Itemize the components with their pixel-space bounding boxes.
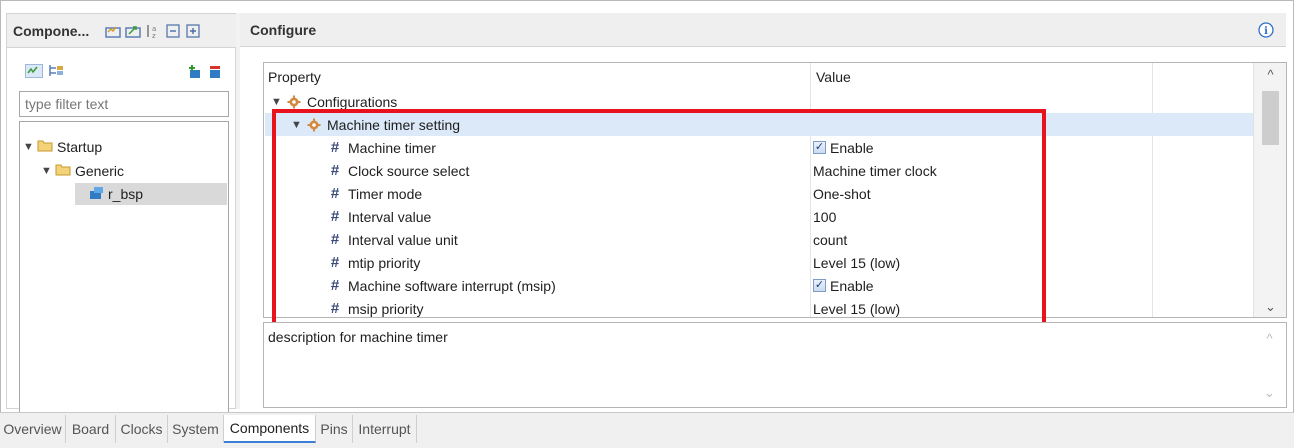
tab-clocks[interactable]: Clocks [116,415,168,443]
components-panel-header: Compone... az [7,14,237,48]
tree-node-r-bsp[interactable]: r_bsp [75,183,227,205]
scrollbar-thumb[interactable] [1262,91,1279,145]
chevron-down-icon[interactable]: ▼ [41,165,53,177]
chevron-down-icon[interactable]: ▼ [23,141,35,153]
highlight-box [272,109,1046,326]
scroll-up-icon[interactable]: ^ [1253,331,1286,346]
configure-header: Configure i [240,13,1286,47]
tree-node-label: Startup [57,139,103,155]
export-icon[interactable] [125,23,141,39]
tab-board[interactable]: Board [66,415,116,443]
svg-text:z: z [152,32,156,39]
tree-node-label: Generic [75,163,125,179]
tab-interrupt[interactable]: Interrupt [353,415,417,443]
component-tree: ▼ Startup ▼ Generic r_bsp [19,121,229,413]
remove-component-icon[interactable] [207,64,223,83]
collapse-all-icon[interactable] [165,23,181,39]
tree-node-generic[interactable]: ▼ Generic [41,160,124,182]
components-panel: Compone... az type filter text ▼ Startup… [6,13,237,413]
property-table-scrollbar[interactable]: ^ ⌄ [1253,63,1286,317]
tab-pins[interactable]: Pins [316,415,353,443]
value-column-header[interactable]: Value [816,63,1156,91]
svg-text:i: i [1264,26,1268,37]
component-icon [88,186,104,203]
hierarchy-view-icon[interactable] [47,64,65,81]
tab-system[interactable]: System [168,415,224,443]
collapse-view-icon[interactable] [105,23,121,39]
chevron-down-icon[interactable]: ▼ [271,96,283,108]
property-column-header[interactable]: Property [264,63,812,91]
scroll-up-icon[interactable]: ^ [1254,67,1287,82]
sort-icon[interactable]: az [145,23,161,39]
gear-icon [287,95,301,109]
component-filter-input[interactable] [19,91,229,117]
panel-splitter[interactable] [236,13,240,409]
components-panel-title: Compone... [13,22,90,39]
components-toolbar [7,50,235,96]
add-component-icon[interactable] [187,64,203,83]
description-scrollbar[interactable]: ^ ⌄ [1253,323,1286,407]
chevron-down-icon[interactable]: ⌄ [1254,299,1287,315]
tree-node-label: r_bsp [108,186,144,202]
folder-icon [55,163,71,179]
description-text: description for machine timer [268,329,448,345]
folder-icon [37,139,53,155]
property-label: Configurations [307,93,398,110]
description-panel: description for machine timer ^ ⌄ [263,322,1287,408]
configure-title: Configure [250,21,317,38]
info-icon[interactable]: i [1258,22,1274,41]
tab-components[interactable]: Components [224,415,316,443]
expand-all-icon[interactable] [185,23,201,39]
editor-tab-bar: Overview Board Clocks System Components … [0,412,1294,448]
tab-overview[interactable]: Overview [0,415,66,443]
tree-node-startup[interactable]: ▼ Startup [23,136,102,158]
show-all-components-icon[interactable] [25,64,43,81]
chevron-down-icon[interactable]: ⌄ [1253,385,1286,401]
